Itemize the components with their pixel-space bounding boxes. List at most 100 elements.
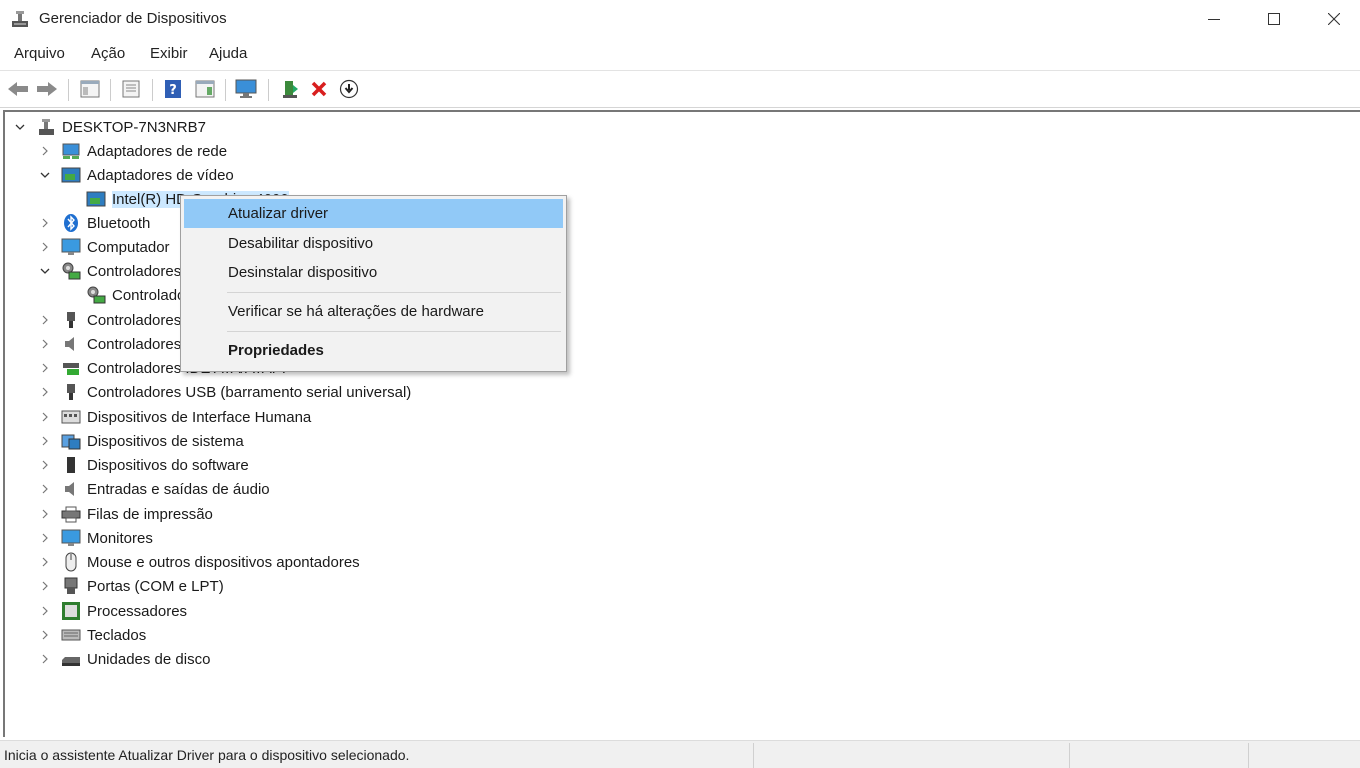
download-icon[interactable] [337,77,361,101]
status-bar: Inicia o assistente Atualizar Driver par… [0,740,1360,768]
context-menu: Atualizar driver Desabilitar dispositivo… [180,195,567,372]
chevron-down-icon[interactable] [12,119,28,135]
status-divider [753,743,754,768]
minimize-button[interactable] [1184,0,1244,38]
tree-root[interactable]: DESKTOP-7N3NRB7 [12,115,206,139]
properties-icon[interactable] [119,77,143,101]
display-adapter-icon [86,189,106,209]
status-text: Inicia o assistente Atualizar Driver par… [4,747,410,763]
toolbar-separator [152,79,153,101]
tree-item[interactable]: Dispositivos do software [37,453,249,477]
chevron-right-icon[interactable] [37,360,53,376]
tree-item-label: Teclados [87,626,147,644]
menu-acao[interactable]: Ação [91,45,125,62]
chevron-right-icon[interactable] [37,336,53,352]
menu-exibir[interactable]: Exibir [150,45,188,62]
tree-item[interactable]: Adaptadores de vídeo [37,163,234,187]
tree-item[interactable]: Entradas e saídas de áudio [37,477,270,501]
chevron-right-icon[interactable] [37,409,53,425]
tree-item-label: Unidades de disco [87,650,211,668]
usb-connector-icon [61,382,81,402]
toolbar-separator [268,79,269,101]
svg-text:?: ? [169,83,177,98]
action-pane-icon[interactable] [193,77,217,101]
tree-item[interactable]: Mouse e outros dispositivos apontadores [37,550,360,574]
window-title: Gerenciador de Dispositivos [39,10,227,27]
chevron-right-icon[interactable] [37,239,53,255]
network-adapter-icon [61,141,81,161]
tree-item-label: Processadores [87,602,188,620]
tree-item[interactable]: Processadores [37,599,187,623]
monitor-icon [61,237,81,257]
update-driver-icon[interactable] [278,77,302,101]
show-hide-tree-icon[interactable] [78,77,102,101]
device-manager-icon [10,9,30,29]
hid-icon [61,407,81,427]
chevron-right-icon[interactable] [37,651,53,667]
chevron-right-icon[interactable] [37,603,53,619]
computer-icon [36,117,56,137]
software-device-icon [61,455,81,475]
chevron-right-icon[interactable] [37,506,53,522]
tree-item-label: Adaptadores de rede [87,142,228,160]
ctx-separator [227,331,561,332]
chevron-right-icon[interactable] [37,312,53,328]
bluetooth-icon [61,213,81,233]
help-icon[interactable]: ? [161,77,185,101]
tree-item-label: Controladores USB (barramento serial uni… [87,383,412,401]
tree-item[interactable]: Dispositivos de sistema [37,429,244,453]
port-icon [61,576,81,596]
tree-item[interactable]: Controladores USB (barramento serial uni… [37,380,411,404]
scan-hardware-icon[interactable] [234,77,258,101]
tree-item[interactable]: Unidades de disco [37,647,210,671]
ctx-properties[interactable]: Propriedades [184,336,563,365]
ctx-update-driver[interactable]: Atualizar driver [184,199,563,228]
tree-item-label: Adaptadores de vídeo [87,166,234,184]
back-icon[interactable] [6,77,30,101]
tree-item[interactable]: Portas (COM e LPT) [37,574,224,598]
chevron-right-icon[interactable] [37,215,53,231]
chevron-right-icon[interactable] [37,457,53,473]
chevron-right-icon[interactable] [37,143,53,159]
chevron-right-icon[interactable] [37,433,53,449]
toolbar-separator [68,79,69,101]
close-button[interactable] [1304,0,1360,38]
chevron-right-icon[interactable] [37,384,53,400]
title-bar: Gerenciador de Dispositivos [0,0,1360,40]
chevron-right-icon[interactable] [37,481,53,497]
ctx-disable-device[interactable]: Desabilitar dispositivo [184,229,563,258]
speaker-icon [61,479,81,499]
tree-item[interactable]: Adaptadores de rede [37,139,227,163]
menu-ajuda[interactable]: Ajuda [209,45,247,62]
ide-controller-icon [61,358,81,378]
toolbar: ? [0,70,1360,108]
display-adapter-icon [61,165,81,185]
uninstall-icon[interactable] [307,77,331,101]
tree-item-label: Filas de impressão [87,505,213,523]
tree-item[interactable]: Dispositivos de Interface Humana [37,405,311,429]
storage-controller-icon [61,261,81,281]
menu-arquivo[interactable]: Arquivo [14,45,65,62]
tree-item-label: Mouse e outros dispositivos apontadores [87,553,360,571]
forward-icon[interactable] [35,77,59,101]
chevron-down-icon[interactable] [37,167,53,183]
tree-item[interactable]: Filas de impressão [37,502,213,526]
tree-item[interactable]: Monitores [37,526,153,550]
storage-controller-icon [86,285,106,305]
ctx-uninstall-device[interactable]: Desinstalar dispositivo [184,258,563,287]
chevron-right-icon[interactable] [37,578,53,594]
chevron-right-icon[interactable] [37,554,53,570]
maximize-button[interactable] [1244,0,1304,38]
usb-connector-icon [61,310,81,330]
toolbar-separator [225,79,226,101]
ctx-scan-hardware[interactable]: Verificar se há alterações de hardware [184,297,563,326]
tree-root-label: DESKTOP-7N3NRB7 [62,118,206,136]
chevron-right-icon[interactable] [37,627,53,643]
mouse-icon [61,552,81,572]
chevron-down-icon[interactable] [37,263,53,279]
tree-item[interactable]: Computador [37,235,170,259]
tree-item-label: Bluetooth [87,214,151,232]
tree-item[interactable]: Bluetooth [37,211,150,235]
chevron-right-icon[interactable] [37,530,53,546]
tree-item[interactable]: Teclados [37,623,146,647]
